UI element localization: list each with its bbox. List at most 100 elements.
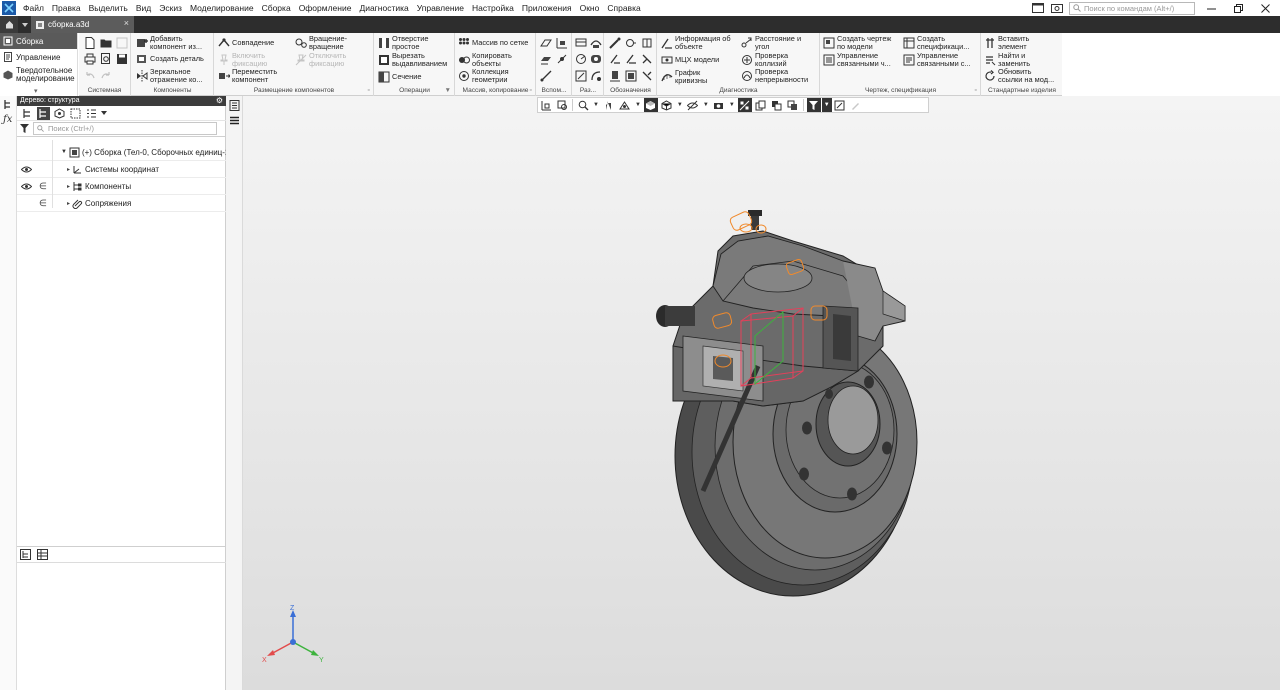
manage-linked-drawings-button[interactable]: Управление связанными ч... <box>823 52 891 67</box>
hide-icon[interactable] <box>686 98 700 112</box>
aux-offset-plane-icon[interactable] <box>540 53 552 65</box>
create-part-button[interactable]: Создать деталь <box>136 53 204 65</box>
print-icon[interactable] <box>84 53 96 65</box>
element-of-icon[interactable]: ∈ <box>39 198 51 209</box>
group-drawing-spec-expand-icon[interactable]: ▫ <box>975 86 977 96</box>
menu-edit[interactable]: Правка <box>48 0 85 16</box>
brake-assembly-model[interactable] <box>643 196 933 606</box>
zoom-icon[interactable] <box>576 98 590 112</box>
tree-row-coordinate-systems[interactable]: ▸ Системы координат <box>17 161 226 178</box>
extrude-cut-button[interactable]: Вырезать выдавливанием <box>378 52 447 67</box>
copy-view-icon[interactable] <box>754 98 768 112</box>
tree-row-root[interactable]: ▼ (+) Сборка (Тел-0, Сборочных единиц-1 <box>17 144 229 161</box>
3d-viewport[interactable]: ▼ ▼ ▼ ▼ ▼ ▼ Z X Y <box>243 96 1280 690</box>
element-of-icon[interactable]: ∈ <box>39 181 51 192</box>
radial-size-icon[interactable] <box>575 53 587 65</box>
object-info-button[interactable]: Информация об объекте <box>661 35 731 50</box>
orientation-dropdown-icon[interactable]: ▼ <box>677 102 683 108</box>
restore-icon[interactable] <box>1234 3 1243 13</box>
layers-view-icon[interactable] <box>770 98 784 112</box>
cube-view-icon[interactable] <box>53 107 66 120</box>
arc-size-icon[interactable] <box>590 70 602 82</box>
eye-icon[interactable] <box>20 166 32 173</box>
menu-file[interactable]: Файл <box>19 0 48 16</box>
menu-diagnostics[interactable]: Диагностика <box>355 0 412 16</box>
leader-icon[interactable] <box>609 37 621 49</box>
aux-axis-icon[interactable] <box>556 37 568 49</box>
menu-help[interactable]: Справка <box>603 0 644 16</box>
expand-right-icon[interactable]: ▸ <box>67 200 70 207</box>
close-icon[interactable] <box>1261 3 1270 13</box>
home-button[interactable] <box>0 16 18 33</box>
shaded-cube-icon[interactable] <box>643 98 658 112</box>
position-icon[interactable] <box>625 70 637 82</box>
aux-line-icon[interactable] <box>540 70 552 82</box>
command-search-input[interactable]: Поиск по командам (Alt+/) <box>1069 1 1195 15</box>
list-view-icon[interactable] <box>85 107 98 120</box>
new-file-icon[interactable] <box>84 37 96 49</box>
explode-view-icon[interactable] <box>786 98 800 112</box>
mark-icon[interactable] <box>641 53 653 65</box>
collision-check-button[interactable]: Проверка коллизий <box>741 52 788 67</box>
tree-mode-dropdown-icon[interactable] <box>101 111 107 115</box>
open-folder-icon[interactable] <box>100 37 112 49</box>
orientation-icon[interactable] <box>660 98 674 112</box>
table-tab-icon[interactable] <box>37 549 48 560</box>
group-operations-dropdown-icon[interactable]: ▼ <box>444 86 451 96</box>
menu-management[interactable]: Управление <box>413 0 468 16</box>
panel-toggle-icon[interactable] <box>1031 1 1045 15</box>
menu-apps[interactable]: Приложения <box>518 0 576 16</box>
show-all-icon[interactable] <box>539 98 553 112</box>
expand-down-icon[interactable]: ▼ <box>61 149 67 155</box>
aux-point-icon[interactable] <box>556 53 568 65</box>
variables-fx-icon[interactable]: ƒx <box>3 114 12 125</box>
linear-size-icon[interactable] <box>575 37 587 49</box>
coincidence-button[interactable]: Совпадение <box>218 37 274 49</box>
filter-active-icon[interactable] <box>806 98 821 112</box>
filter-dropdown-icon[interactable]: ▼ <box>821 98 832 112</box>
hamburger-icon[interactable] <box>228 114 240 126</box>
distance-angle-button[interactable]: Расстояние и угол <box>741 35 801 50</box>
manage-linked-specs-button[interactable]: Управление связанными с... <box>903 52 971 67</box>
menu-design[interactable]: Оформление <box>295 0 356 16</box>
datum-icon[interactable] <box>641 37 653 49</box>
menu-select[interactable]: Выделить <box>85 0 132 16</box>
grid-array-button[interactable]: Массив по сетке <box>458 37 528 49</box>
screenshot-icon[interactable] <box>1050 1 1064 15</box>
insert-element-button[interactable]: Вставить элемент <box>984 35 1029 50</box>
save-icon[interactable] <box>116 53 128 65</box>
menu-assembly[interactable]: Сборка <box>258 0 295 16</box>
expand-right-icon[interactable]: ▸ <box>67 166 70 173</box>
camera-dropdown-icon[interactable]: ▼ <box>729 102 735 108</box>
copy-objects-button[interactable]: Копировать объекты <box>458 52 512 67</box>
tolerance-icon[interactable] <box>625 53 637 65</box>
tree-row-mates[interactable]: ∈ ▸ Сопряжения <box>17 195 226 212</box>
structure-view-icon[interactable] <box>37 106 50 120</box>
camera-icon[interactable] <box>712 98 726 112</box>
tree-tab-bottom-icon[interactable] <box>20 549 31 560</box>
find-replace-button[interactable]: Найти и заменить <box>984 52 1030 67</box>
move-component-button[interactable]: Переместить компонент <box>218 68 277 83</box>
filter-icon[interactable] <box>20 124 29 133</box>
continuity-check-button[interactable]: Проверка непрерывности <box>741 68 808 83</box>
simple-hole-button[interactable]: Отверстие простое <box>378 35 429 50</box>
menu-settings[interactable]: Настройка <box>468 0 518 16</box>
mass-properties-button[interactable]: МЦХ модели <box>661 54 719 66</box>
expand-right-icon[interactable]: ▸ <box>67 183 70 190</box>
mirror-component-button[interactable]: Зеркальное отражение ко... <box>136 68 203 83</box>
roughness-icon[interactable] <box>625 37 637 49</box>
measure-view-icon[interactable] <box>833 98 847 112</box>
filter-view-icon[interactable] <box>69 107 82 120</box>
tabs-dropdown[interactable] <box>18 16 31 33</box>
rotate-view-icon[interactable] <box>618 98 632 112</box>
eye-icon[interactable] <box>20 183 32 190</box>
menu-sketch[interactable]: Эскиз <box>155 0 186 16</box>
add-component-button[interactable]: Добавить компонент из... <box>136 35 202 50</box>
preview-icon[interactable] <box>100 53 112 65</box>
geometry-collection-button[interactable]: Коллекция геометрии <box>458 68 509 83</box>
tree-search-input[interactable]: Поиск (Ctrl+/) <box>33 122 217 135</box>
group-array-expand-icon[interactable]: ▫ <box>530 86 532 96</box>
document-tab[interactable]: сборка.a3d × <box>31 16 134 33</box>
modes-expand-icon[interactable]: ▾ <box>34 87 38 95</box>
diameter-size-icon[interactable] <box>590 53 602 65</box>
